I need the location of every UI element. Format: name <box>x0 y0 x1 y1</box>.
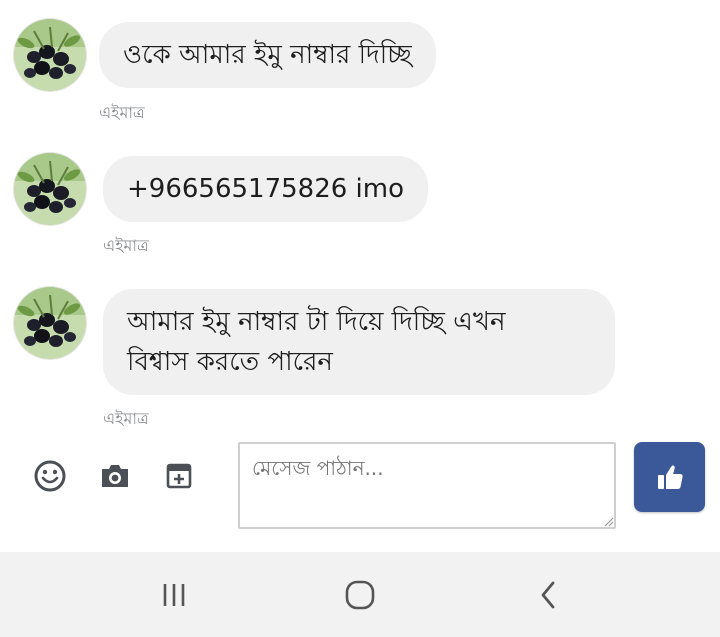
avatar[interactable] <box>14 19 86 91</box>
avatar-image <box>14 19 86 91</box>
message-bubble[interactable]: ওকে আমার ইমু নাম্বার দিচ্ছি <box>99 22 436 88</box>
recent-apps-button[interactable] <box>114 552 234 637</box>
message-bubble[interactable]: আমার ইমু নাম্বার টা দিয়ে দিচ্ছি এখন বিশ… <box>103 289 615 395</box>
message-timestamp: এইমাত্র <box>103 236 149 255</box>
resize-grip-icon[interactable] <box>604 517 614 527</box>
home-button[interactable] <box>300 552 420 637</box>
sticker-icon[interactable] <box>161 458 197 494</box>
message-row: ওকে আমার ইমু নাম্বার দিচ্ছি এইমাত্র <box>0 0 720 130</box>
avatar-image <box>14 153 86 225</box>
back-icon <box>541 581 555 608</box>
message-timestamp: এইমাত্র <box>103 409 149 428</box>
message-text-line: আমার ইমু নাম্বার টা দিয়ে দিচ্ছি এখন <box>127 307 506 337</box>
home-icon <box>345 580 375 609</box>
message-text: +966565175826 imo <box>127 174 405 204</box>
message-text-line: বিশ্বাস করতে পারেন <box>127 347 333 377</box>
avatar[interactable] <box>14 153 86 225</box>
camera-icon[interactable] <box>97 458 133 494</box>
message-row: +966565175826 imo এইমাত্র <box>0 130 720 265</box>
like-button[interactable] <box>634 442 705 512</box>
back-button[interactable] <box>488 552 608 637</box>
message-text: ওকে আমার ইমু নাম্বার দিচ্ছি <box>123 40 412 70</box>
recent-apps-icon <box>163 583 185 606</box>
avatar[interactable] <box>14 287 86 359</box>
thumbs-up-icon <box>657 465 683 489</box>
message-bubble[interactable]: +966565175826 imo <box>103 156 429 222</box>
avatar-image <box>14 287 86 359</box>
message-input[interactable] <box>238 442 616 529</box>
message-row: আমার ইমু নাম্বার টা দিয়ে দিচ্ছি এখন বিশ… <box>0 265 720 435</box>
system-nav-bar <box>0 552 720 637</box>
emoji-icon[interactable] <box>32 458 68 494</box>
message-timestamp: এইমাত্র <box>99 103 145 122</box>
